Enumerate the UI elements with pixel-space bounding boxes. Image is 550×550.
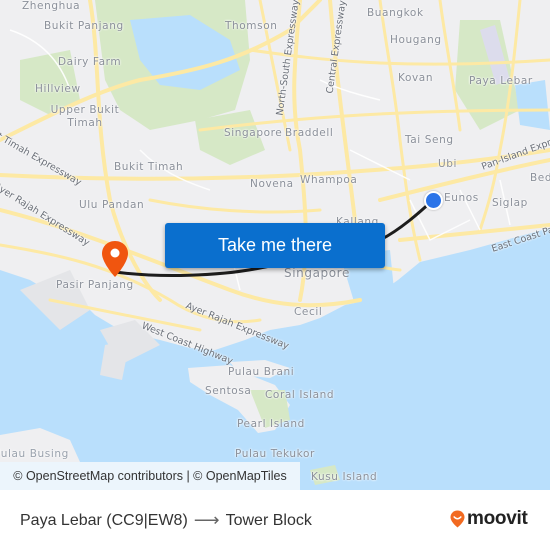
place-label: Braddell — [285, 127, 334, 139]
moovit-wordmark: moovit — [467, 508, 528, 529]
place-label: Pulau Busing — [0, 448, 69, 460]
place-label: Zhenghua — [22, 0, 81, 12]
place-label: Buangkok — [367, 7, 424, 19]
place-label: Kovan — [398, 72, 434, 84]
place-label: Whampoa — [300, 174, 358, 186]
origin-marker[interactable] — [424, 191, 443, 210]
place-label: Hillview — [35, 83, 81, 95]
place-label: Ulu Pandan — [79, 199, 145, 211]
place-label: Cecil — [294, 306, 323, 318]
place-label: Bedok — [530, 172, 550, 184]
place-label: Kusu Island — [311, 471, 378, 483]
place-label: Pearl Island — [237, 418, 305, 430]
map-attribution[interactable]: © OpenStreetMap contributors | © OpenMap… — [0, 462, 300, 490]
place-label: Paya Lebar — [469, 75, 533, 87]
place-label: Eunos — [444, 192, 479, 204]
route-summary: Paya Lebar (CC9|EW8) ⟶ Tower Block — [20, 510, 312, 531]
place-label: Novena — [250, 178, 294, 190]
footer: Paya Lebar (CC9|EW8) ⟶ Tower Block moovi… — [0, 490, 550, 550]
place-label: Bukit Timah — [114, 161, 184, 173]
place-label: Singapore — [284, 266, 350, 280]
place-label: Singapore — [224, 127, 283, 139]
take-me-there-button[interactable]: Take me there — [165, 223, 385, 268]
place-label: Hougang — [390, 34, 442, 46]
place-label: Sentosa — [205, 385, 252, 397]
place-label: Pasir Panjang — [56, 279, 134, 291]
place-label: Upper Bukit Timah — [50, 104, 120, 129]
page: Zhenghua Bukit Panjang Thomson Buangkok … — [0, 0, 550, 550]
moovit-pin-icon — [450, 510, 465, 528]
place-label: Dairy Farm — [58, 56, 122, 68]
place-label: Pulau Tekukor — [235, 448, 315, 460]
place-label: Thomson — [225, 20, 278, 32]
place-label: Siglap — [492, 197, 528, 209]
place-label: Tai Seng — [405, 134, 454, 146]
origin-name: Paya Lebar (CC9|EW8) — [20, 511, 188, 529]
destination-pin-icon[interactable] — [101, 240, 129, 278]
place-label: Ubi — [438, 158, 458, 170]
destination-name: Tower Block — [225, 511, 312, 529]
map[interactable]: Zhenghua Bukit Panjang Thomson Buangkok … — [0, 0, 550, 490]
place-label: Pulau Brani — [228, 366, 295, 378]
place-label: Bukit Panjang — [44, 20, 124, 32]
arrow-right-icon: ⟶ — [193, 510, 220, 530]
place-label: Coral Island — [265, 389, 335, 401]
moovit-logo[interactable]: moovit — [450, 508, 528, 530]
